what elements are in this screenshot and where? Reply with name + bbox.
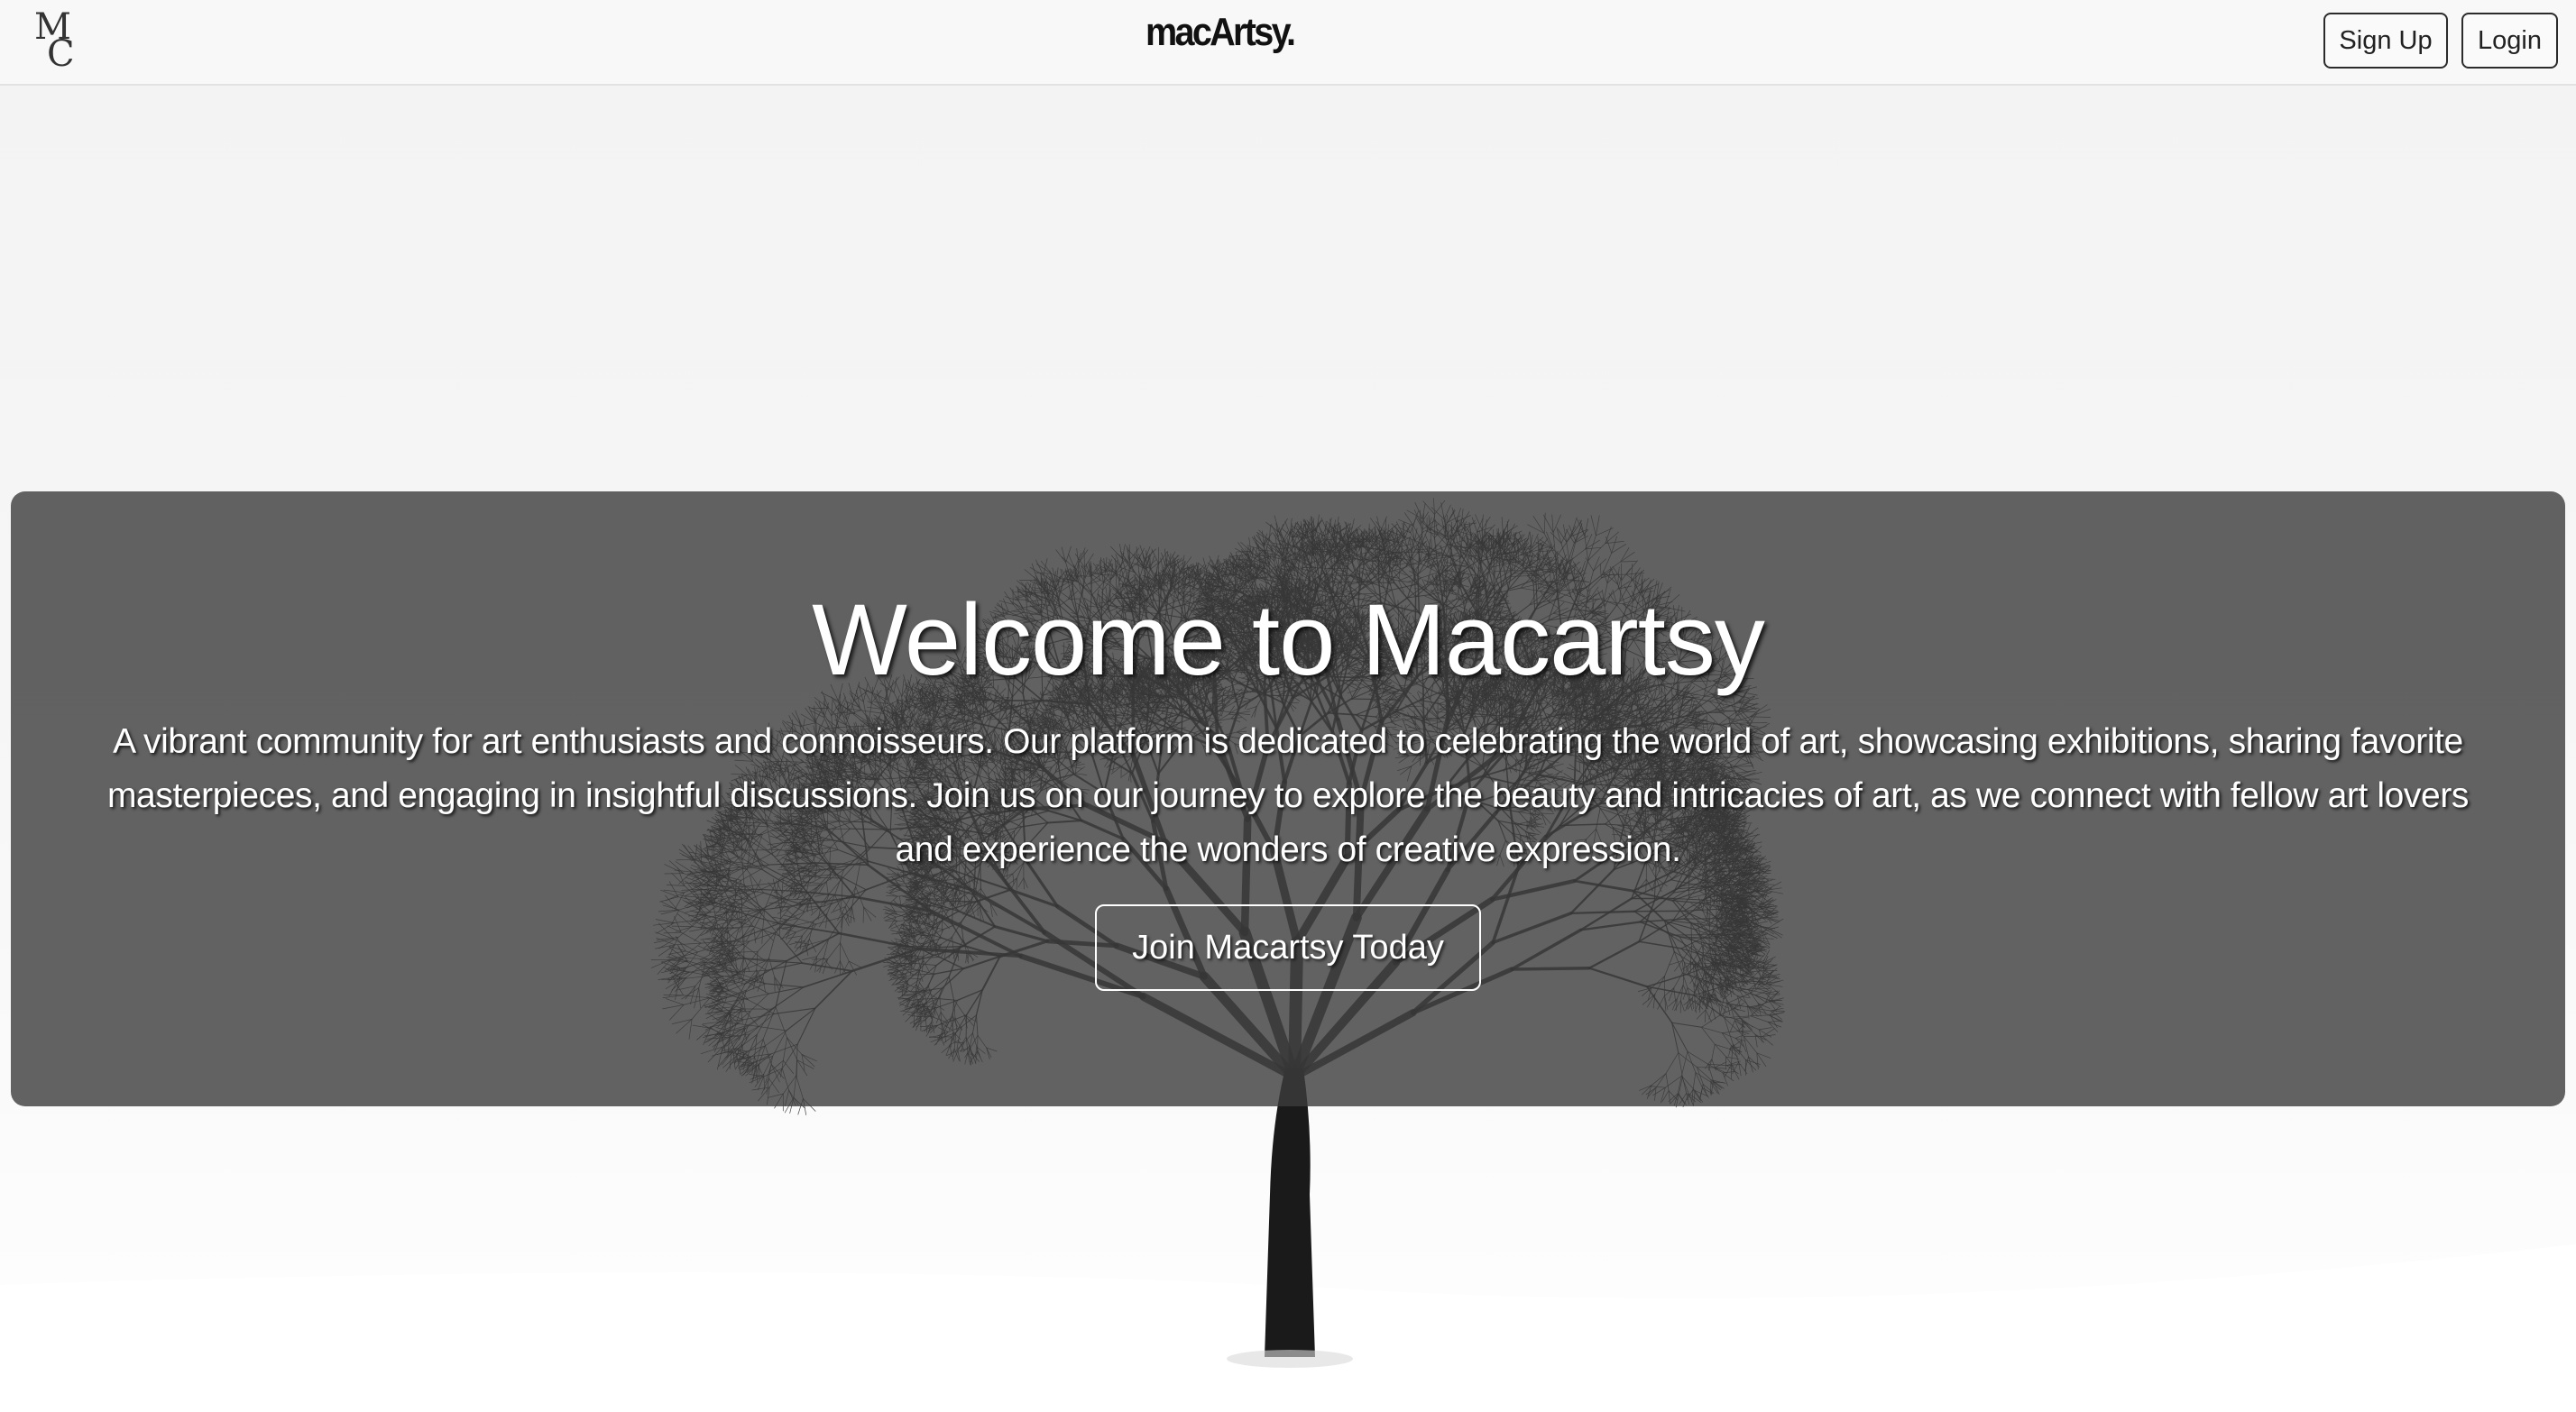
login-button[interactable]: Login	[2461, 13, 2558, 69]
sign-up-button[interactable]: Sign Up	[2323, 13, 2448, 69]
navbar: M C macArtsy. Sign Up Login	[0, 0, 2576, 86]
join-cta-button[interactable]: Join Macartsy Today	[1095, 904, 1481, 991]
logo-letter-c: C	[47, 36, 75, 72]
hero-description: A vibrant community for art enthusiasts …	[83, 715, 2493, 877]
site-logo[interactable]: M C	[32, 9, 81, 76]
hero-title: Welcome to Macartsy	[11, 582, 2565, 699]
brand-wordmark[interactable]: macArtsy.	[1145, 9, 1296, 56]
landing-page: M C macArtsy. Sign Up Login Welcome to M…	[0, 0, 2576, 1412]
hero-panel: Welcome to Macartsy A vibrant community …	[11, 491, 2565, 1106]
